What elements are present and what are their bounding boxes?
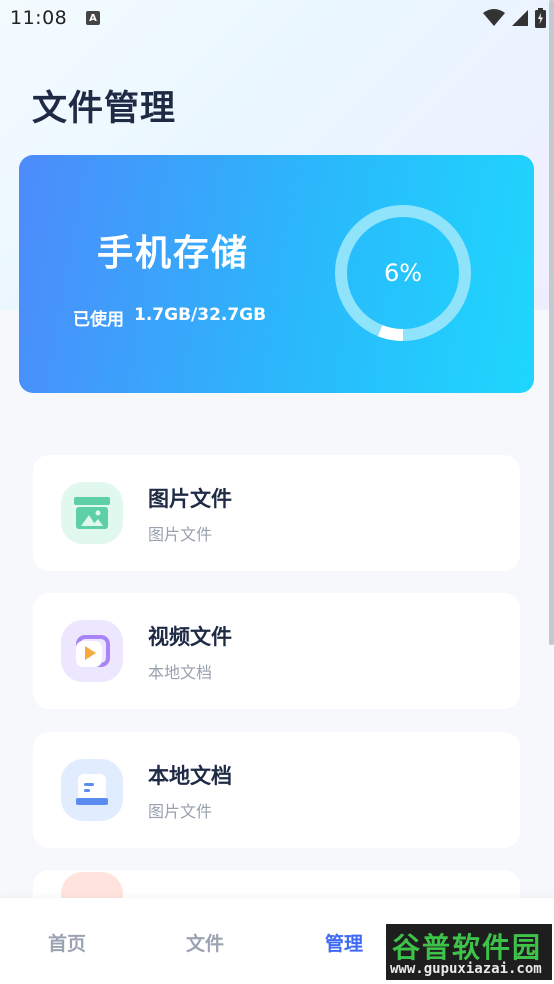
system-icons [483,8,546,28]
list-item-subtitle: 本地文档 [148,663,213,682]
storage-used-label: 已使用 [73,310,124,330]
list-item-subtitle: 图片文件 [148,525,213,544]
image-file-icon [61,482,123,544]
list-item-title: 图片文件 [148,487,232,511]
wifi-icon [483,9,505,26]
scrollbar[interactable] [549,0,554,645]
list-item-documents[interactable]: 本地文档 图片文件 [33,732,520,848]
tab-home[interactable]: 首页 [48,929,86,956]
watermark-logo: 谷普软件园 [392,931,543,964]
list-item-title: 本地文档 [148,764,232,788]
storage-title: 手机存储 [97,233,250,274]
storage-used: 已使用 1.7GB/32.7GB [73,305,266,330]
notification-a-icon: A [86,11,100,25]
tab-manage[interactable]: 管理 [325,929,363,956]
watermark-url: www.gupuxiazai.com [390,961,542,977]
battery-charging-icon [535,8,546,28]
storage-card[interactable]: 手机存储 已使用 1.7GB/32.7GB 6% [19,155,534,393]
list-item-videos[interactable]: 视频文件 本地文档 [33,593,520,709]
storage-used-value: 1.7GB/32.7GB [134,305,267,325]
video-file-icon [61,620,123,682]
document-icon [61,759,123,821]
list-item-images[interactable]: 图片文件 图片文件 [33,455,520,571]
status-bar: 11:08 A [0,0,554,36]
page-title: 文件管理 [32,89,177,129]
list-item-title: 视频文件 [148,625,232,649]
list-item-subtitle: 图片文件 [148,802,213,821]
signal-icon [512,10,528,26]
tab-files[interactable]: 文件 [186,929,224,956]
status-time: 11:08 [10,7,68,29]
watermark: 谷普软件园 www.gupuxiazai.com [386,924,552,980]
storage-percent: 6% [383,259,423,287]
